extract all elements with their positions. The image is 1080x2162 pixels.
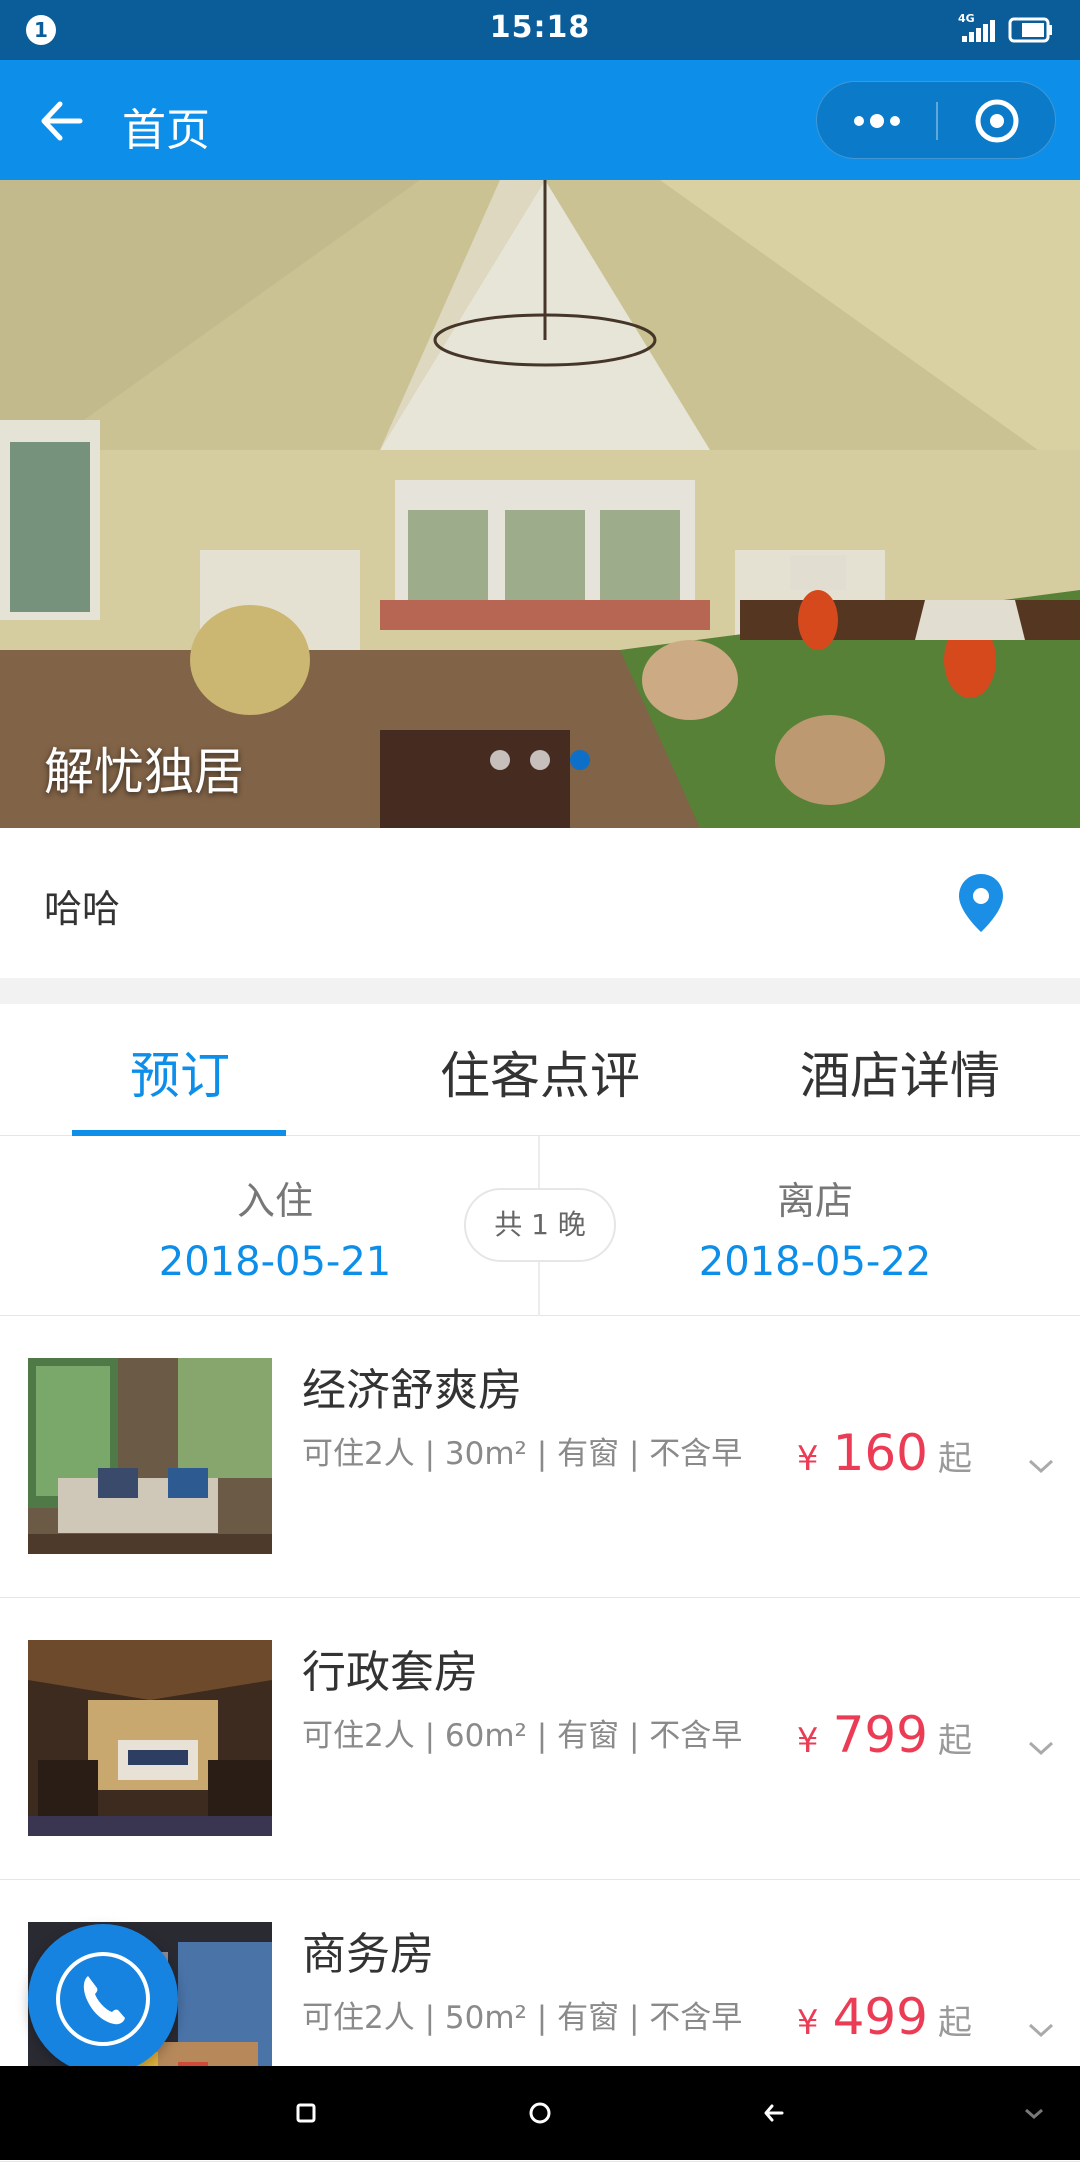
tab-bar: 预订 住客点评 酒店详情	[0, 1004, 1080, 1136]
signal-icon	[962, 20, 995, 42]
checkout-date[interactable]: 离店 2018-05-22	[545, 1170, 1080, 1285]
checkin-value: 2018-05-21	[158, 1239, 392, 1285]
price-suffix: 起	[938, 1721, 972, 1761]
section-gap	[0, 978, 1080, 1004]
phone-icon	[56, 1952, 150, 2046]
back-arrow-icon[interactable]	[36, 96, 86, 146]
carousel-dot-3[interactable]	[570, 750, 590, 770]
room-name: 经济舒爽房	[302, 1365, 522, 1416]
date-selector: 入住 2018-05-21 离店 2018-05-22 共 1 晚	[0, 1136, 1080, 1316]
carousel-dot-1[interactable]	[490, 750, 510, 770]
price-value: 160	[832, 1424, 928, 1482]
checkout-value: 2018-05-22	[698, 1239, 932, 1285]
carousel-dot-2[interactable]	[530, 750, 550, 770]
location-pin-icon[interactable]	[956, 872, 1006, 934]
location-name: 哈哈	[44, 887, 121, 931]
nav-bar: 首页	[0, 60, 1080, 180]
room-spec: 可住2人 | 30m² | 有窗 | 不含早	[302, 1436, 743, 1472]
room-name: 行政套房	[302, 1647, 478, 1698]
tab-hotel-details[interactable]: 酒店详情	[720, 1036, 1080, 1108]
room-thumbnail	[28, 1640, 272, 1836]
banner-caption: 解忧独居	[44, 743, 244, 801]
call-button[interactable]	[28, 1924, 178, 2074]
room-price: ¥799 起	[797, 1706, 972, 1764]
more-dots-icon[interactable]	[817, 82, 937, 160]
price-currency: ¥	[796, 1439, 819, 1479]
room-thumbnail	[28, 1358, 272, 1554]
room-item[interactable]: 经济舒爽房 可住2人 | 30m² | 有窗 | 不含早 ¥160 起	[0, 1316, 1080, 1598]
price-value: 499	[832, 1988, 928, 2046]
checkout-label: 离店	[776, 1179, 853, 1223]
system-nav-bar	[0, 2066, 1080, 2160]
chevron-down-icon[interactable]	[1026, 1738, 1056, 1758]
price-suffix: 起	[938, 2003, 972, 2043]
tab-booking[interactable]: 预订	[0, 1036, 360, 1108]
chevron-down-icon[interactable]	[1026, 2020, 1056, 2040]
room-spec: 可住2人 | 50m² | 有窗 | 不含早	[302, 2000, 743, 2036]
tab-reviews[interactable]: 住客点评	[360, 1036, 720, 1108]
price-currency: ¥	[796, 2003, 819, 2043]
target-icon[interactable]	[937, 82, 1057, 160]
back-icon[interactable]	[758, 2066, 790, 2160]
price-currency: ¥	[796, 1721, 819, 1761]
price-suffix: 起	[938, 1439, 972, 1479]
banner-carousel[interactable]: 解忧独居	[0, 180, 1080, 828]
chevron-down-icon[interactable]	[1026, 1456, 1056, 1476]
status-bar: 1 15:18 4G	[0, 0, 1080, 60]
banner-image	[0, 180, 1080, 828]
page-title: 首页	[122, 105, 210, 156]
price-value: 799	[832, 1706, 928, 1764]
home-circle-icon[interactable]	[524, 2066, 556, 2160]
collapse-chevron-icon[interactable]	[1018, 2066, 1050, 2160]
room-item[interactable]: 行政套房 可住2人 | 60m² | 有窗 | 不含早 ¥799 起	[0, 1598, 1080, 1880]
room-spec: 可住2人 | 60m² | 有窗 | 不含早	[302, 1718, 743, 1754]
room-price: ¥499 起	[797, 1988, 972, 2046]
room-name: 商务房	[302, 1929, 434, 1980]
status-time: 15:18	[489, 10, 591, 45]
room-price: ¥160 起	[797, 1424, 972, 1482]
battery-icon	[1008, 17, 1052, 43]
nights-count-badge: 共 1 晚	[464, 1188, 616, 1262]
recents-square-icon[interactable]	[290, 2066, 322, 2160]
menu-capsule	[816, 81, 1056, 159]
location-row[interactable]: 哈哈	[0, 828, 1080, 978]
